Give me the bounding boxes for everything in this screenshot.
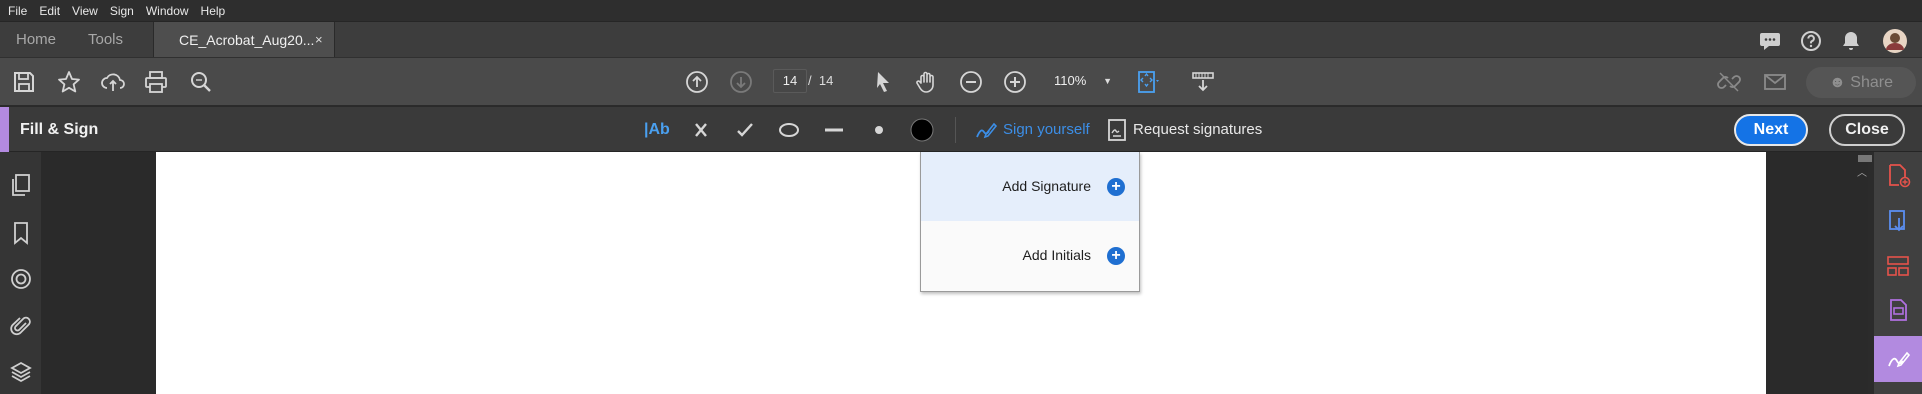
previous-page-icon[interactable]: [684, 69, 710, 95]
help-icon[interactable]: [1798, 28, 1824, 54]
layers-icon[interactable]: [8, 359, 34, 385]
fill-sign-toolbar: Fill & Sign |Ab Sign yourself Request si…: [0, 106, 1922, 153]
link-icon: [1716, 69, 1742, 95]
menu-edit[interactable]: Edit: [39, 4, 60, 18]
star-icon[interactable]: [56, 69, 82, 95]
ellipse-icon[interactable]: [776, 117, 802, 143]
sign-yourself-menu: Add Signature + Add Initials +: [920, 152, 1140, 292]
add-signature-plus-icon[interactable]: +: [1107, 178, 1125, 196]
export-pdf-icon[interactable]: [1885, 208, 1911, 234]
menu-window[interactable]: Window: [146, 4, 189, 18]
main-toolbar: 14 / 14 110% ▼ ☻ Share: [0, 57, 1922, 105]
zoom-value: 110%: [1054, 73, 1087, 88]
create-pdf-icon[interactable]: [1885, 162, 1911, 188]
avatar[interactable]: [1882, 28, 1908, 54]
toolbar-divider: [955, 117, 956, 143]
dot-icon[interactable]: [866, 117, 892, 143]
page-number-input[interactable]: 14: [773, 69, 807, 93]
close-button[interactable]: Close: [1829, 114, 1905, 146]
menu-sign[interactable]: Sign: [110, 4, 134, 18]
save-icon[interactable]: [11, 69, 37, 95]
document-tab-title: CE_Acrobat_Aug20...: [179, 32, 315, 48]
color-picker-icon[interactable]: [909, 117, 935, 143]
tab-home[interactable]: Home: [16, 22, 56, 58]
check-mark-icon[interactable]: [732, 117, 758, 143]
menu-bar: File Edit View Sign Window Help: [0, 0, 1922, 21]
tab-document[interactable]: CE_Acrobat_Aug20... ×: [153, 22, 335, 58]
tool-title: Fill & Sign: [20, 121, 99, 138]
scroll-up-icon[interactable]: ︿: [1857, 164, 1867, 179]
add-initials-item[interactable]: Add Initials +: [921, 221, 1139, 290]
tab-tools[interactable]: Tools: [88, 22, 123, 58]
print-icon[interactable]: [143, 69, 169, 95]
layers-target-icon[interactable]: [8, 266, 34, 292]
next-button[interactable]: Next: [1734, 114, 1808, 146]
request-signature-icon[interactable]: [1104, 117, 1130, 143]
tool-accent-bar: [0, 107, 9, 153]
request-signatures-button[interactable]: Request signatures: [1133, 107, 1262, 153]
page-total-value: 14: [818, 73, 834, 88]
upload-cloud-icon[interactable]: [100, 69, 126, 95]
left-nav-rail: [0, 152, 42, 394]
line-icon[interactable]: [821, 117, 847, 143]
bookmark-icon[interactable]: [8, 220, 34, 246]
share-label: Share: [1850, 74, 1893, 91]
user-icon: ☻: [1829, 74, 1846, 91]
notifications-icon[interactable]: [1838, 28, 1864, 54]
page-total: / 14: [808, 69, 833, 93]
zoom-in-icon[interactable]: [1002, 69, 1028, 95]
menu-help[interactable]: Help: [201, 4, 226, 18]
zoom-select[interactable]: 110% ▼: [1046, 69, 1112, 93]
pages-icon[interactable]: [8, 172, 34, 198]
pen-sign-icon[interactable]: [972, 117, 998, 143]
add-initials-plus-icon[interactable]: +: [1107, 247, 1125, 265]
zoom-out-icon[interactable]: [958, 69, 984, 95]
fill-sign-tool-button[interactable]: [1874, 336, 1922, 382]
vertical-scrollbar[interactable]: ︿: [1850, 152, 1872, 394]
comments-icon[interactable]: [1757, 28, 1783, 54]
select-tool-icon[interactable]: [870, 69, 896, 95]
fit-page-icon[interactable]: [1135, 69, 1161, 95]
scrollbar-thumb[interactable]: [1858, 155, 1872, 162]
share-button[interactable]: ☻ Share: [1806, 67, 1916, 98]
page-separator: /: [808, 73, 812, 88]
next-page-icon: [728, 69, 754, 95]
add-initials-label: Add Initials: [1022, 247, 1091, 263]
compress-pdf-icon[interactable]: [1885, 297, 1911, 323]
find-icon[interactable]: [188, 69, 214, 95]
tab-bar: Home Tools CE_Acrobat_Aug20... ×: [0, 21, 1922, 58]
cross-mark-icon[interactable]: [688, 117, 714, 143]
hand-tool-icon[interactable]: [914, 69, 940, 95]
add-signature-item[interactable]: Add Signature +: [921, 152, 1139, 221]
menu-view[interactable]: View: [72, 4, 98, 18]
close-tab-icon[interactable]: ×: [315, 22, 323, 58]
add-signature-label: Add Signature: [1002, 178, 1091, 194]
organize-pages-icon[interactable]: [1885, 253, 1911, 279]
chevron-down-icon: ▼: [1103, 76, 1112, 86]
sign-yourself-button[interactable]: Sign yourself: [1003, 107, 1090, 153]
email-icon: [1762, 69, 1788, 95]
add-text-icon[interactable]: |Ab: [644, 117, 674, 143]
scroll-mode-icon[interactable]: [1190, 69, 1216, 95]
fill-sign-icon: [1885, 346, 1911, 372]
attachment-icon[interactable]: [8, 313, 34, 339]
menu-file[interactable]: File: [8, 4, 27, 18]
